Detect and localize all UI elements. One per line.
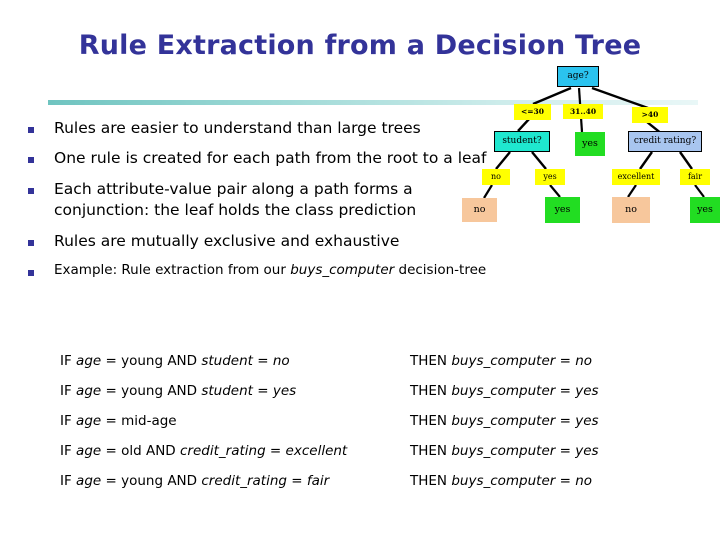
rule-consequent: THEN buys_computer = no	[410, 353, 593, 369]
tree-node-edge-gt40: >40	[632, 107, 668, 123]
tree-node-edge-fair: fair	[680, 169, 710, 185]
tree-node-leaf-yes-right: yes	[690, 197, 720, 223]
page-title: Rule Extraction from a Decision Tree	[78, 30, 642, 61]
decision-tree-diagram: age? <=30 31..40 >40 student? yes credit ratin…	[440, 58, 720, 238]
tree-node-leaf-no-left: no	[462, 198, 497, 222]
rule-antecedent: IF age = old AND credit_rating = excelle…	[60, 443, 348, 459]
rule-consequent: THEN buys_computer = yes	[410, 383, 599, 399]
rule-antecedent: IF age = mid-age	[60, 413, 177, 429]
rule-row: IF age = mid-age THEN buys_computer = yes	[60, 413, 700, 443]
bullet-item: Each attribute-value pair along a path f…	[28, 179, 498, 222]
bullet-item-label: Example: Rule extraction from our buys_c…	[54, 261, 487, 278]
tree-node-edge-le30: <=30	[514, 104, 551, 120]
rule-antecedent: IF age = young AND student = yes	[60, 383, 297, 399]
rules-list: IF age = young AND student = no THEN buys…	[60, 353, 700, 503]
bullet-item: Example: Rule extraction from our buys_c…	[28, 261, 498, 280]
tree-node-root: age?	[557, 66, 599, 87]
bullet-item-label: Each attribute-value pair along a path f…	[54, 179, 417, 220]
bullet-list: Rules are easier to understand than larg…	[28, 118, 498, 289]
bullet-square-icon	[28, 269, 34, 276]
tree-node-edge-no: no	[482, 169, 510, 185]
bullet-item-label: Rules are easier to understand than larg…	[54, 119, 421, 137]
bullet-square-icon	[28, 239, 34, 246]
tree-node-yes-mid: yes	[575, 132, 605, 156]
tree-node-credit: credit rating?	[628, 131, 702, 152]
rule-consequent: THEN buys_computer = no	[410, 473, 593, 489]
bullet-square-icon	[28, 127, 34, 133]
bullet-item: Rules are easier to understand than larg…	[28, 118, 498, 139]
rule-row: IF age = young AND student = no THEN buys…	[60, 353, 700, 383]
rule-row: IF age = young AND credit_rating = fair T…	[60, 473, 700, 503]
tree-node-edge-yes: yes	[535, 169, 565, 185]
bullet-square-icon	[28, 187, 34, 194]
tree-node-leaf-no-right: no	[612, 197, 650, 223]
bullet-item-label: Rules are mutually exclusive and exhaust…	[54, 231, 400, 250]
tree-node-student: student?	[494, 131, 550, 152]
bullet-item: Rules are mutually exclusive and exhaust…	[28, 231, 498, 252]
rule-row: IF age = old AND credit_rating = excelle…	[60, 443, 700, 473]
rule-antecedent: IF age = young AND credit_rating = fair	[60, 473, 330, 489]
tree-node-edge-excellent: excellent	[612, 169, 660, 185]
rule-antecedent: IF age = young AND student = no	[60, 353, 290, 369]
bullet-item-label: One rule is created for each path from t…	[54, 149, 487, 168]
tree-node-leaf-yes-left: yes	[545, 197, 580, 223]
bullet-item: One rule is created for each path from t…	[28, 148, 498, 169]
rule-row: IF age = young AND student = yes THEN buy…	[60, 383, 700, 413]
tree-node-edge-31-40: 31..40	[563, 104, 603, 119]
rule-consequent: THEN buys_computer = yes	[410, 413, 599, 429]
rule-consequent: THEN buys_computer = yes	[410, 443, 599, 459]
bullet-square-icon	[28, 157, 34, 164]
